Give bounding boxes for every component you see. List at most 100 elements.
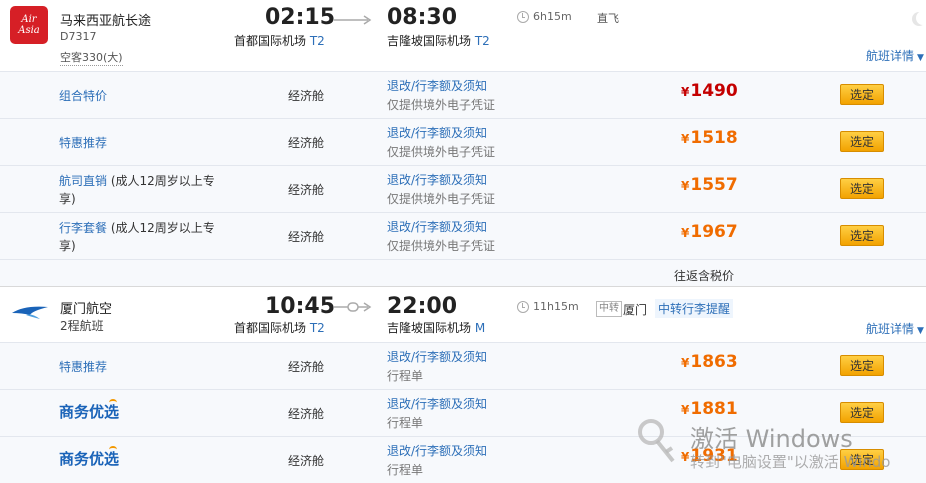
- price-value: 1518: [690, 128, 738, 148]
- moon-icon: [912, 11, 926, 26]
- clock-icon: [517, 11, 529, 23]
- arrival-airport: 吉隆坡国际机场 M: [387, 319, 485, 336]
- arrival-terminal: T2: [474, 34, 490, 48]
- select-button[interactable]: 选定: [840, 178, 884, 199]
- flight-details-label: 航班详情: [866, 49, 915, 63]
- itinerary-note: 行程单: [387, 416, 424, 430]
- rules-link[interactable]: 退改/行李额及须知: [387, 77, 487, 94]
- price-value: 1557: [690, 175, 738, 195]
- business-preferred-badge[interactable]: 商务优选: [59, 446, 119, 469]
- transfer-baggage-reminder[interactable]: 中转行李提醒: [655, 299, 734, 318]
- rules-link[interactable]: 退改/行李额及须知: [387, 442, 487, 459]
- fare-price: ¥1490: [681, 81, 738, 101]
- fare-price: ¥1863: [681, 352, 738, 372]
- flight-duration: 6h15m: [533, 10, 572, 23]
- arrival-airport-name: 吉隆坡国际机场: [387, 321, 472, 335]
- fare-name-link[interactable]: 特惠推荐: [59, 358, 107, 375]
- departure-airport-name: 首都国际机场: [234, 34, 307, 48]
- departure-terminal: T2: [309, 321, 325, 335]
- flight-details-link[interactable]: 航班详情 ▼: [866, 47, 924, 64]
- departure-airport: 首都国际机场 T2: [234, 32, 325, 49]
- fare-price: ¥1967: [681, 222, 738, 242]
- fare-name-text: 航司直销: [59, 174, 108, 188]
- fare-name-link[interactable]: 行李套餐 (成人12周岁以上专享): [59, 219, 229, 255]
- rules-link[interactable]: 退改/行李额及须知: [387, 395, 487, 412]
- flight-details-link[interactable]: 航班详情 ▼: [866, 320, 924, 337]
- invoice-note: 仅提供境外电子凭证: [387, 98, 496, 112]
- rules-link[interactable]: 退改/行李额及须知: [387, 171, 487, 188]
- departure-terminal: T2: [309, 34, 325, 48]
- chevron-down-icon: ▼: [917, 326, 924, 336]
- airasia-logo: Air Asia: [10, 6, 48, 44]
- departure-airport-name: 首都国际机场: [234, 321, 307, 335]
- select-button[interactable]: 选定: [840, 225, 884, 246]
- nonstop-label: 直飞: [597, 12, 619, 25]
- cabin-class: 经济舱: [288, 407, 325, 421]
- fare-price: ¥1518: [681, 128, 738, 148]
- cabin-class: 经济舱: [288, 136, 325, 150]
- currency-symbol: ¥: [681, 403, 690, 417]
- departure-time: 02:15: [265, 5, 336, 30]
- arrow-right-icon: [334, 15, 372, 25]
- currency-symbol: ¥: [681, 132, 690, 146]
- currency-symbol: ¥: [681, 356, 690, 370]
- cabin-class: 经济舱: [288, 360, 325, 374]
- xiamen-airlines-logo: [12, 306, 48, 319]
- departure-time: 10:45: [265, 294, 336, 319]
- rules-link[interactable]: 退改/行李额及须知: [387, 124, 487, 141]
- select-button[interactable]: 选定: [840, 131, 884, 152]
- airline-name: 厦门航空: [60, 302, 113, 317]
- departure-airport: 首都国际机场 T2: [234, 319, 325, 336]
- flight-header: 厦门航空 2程航班 10:45 22:00 首都国际机场 T2 吉隆坡国际机场 …: [0, 287, 926, 342]
- fare-row: 组合特价 经济舱 退改/行李额及须知 仅提供境外电子凭证 ¥1490 选定: [0, 71, 926, 118]
- arrival-airport: 吉隆坡国际机场 T2: [387, 32, 490, 49]
- arrival-time: 08:30: [387, 5, 458, 30]
- rules-link[interactable]: 退改/行李额及须知: [387, 348, 487, 365]
- invoice-note: 仅提供境外电子凭证: [387, 145, 496, 159]
- price-value: 1967: [690, 222, 738, 242]
- business-preferred-badge[interactable]: 商务优选: [59, 399, 119, 422]
- fare-row: 行李套餐 (成人12周岁以上专享) 经济舱 退改/行李额及须知 仅提供境外电子凭…: [0, 212, 926, 259]
- fare-name-text: 行李套餐: [59, 221, 108, 235]
- arrival-time: 22:00: [387, 294, 458, 319]
- cabin-class: 经济舱: [288, 89, 325, 103]
- itinerary-note: 行程单: [387, 369, 424, 383]
- flight-details-label: 航班详情: [866, 322, 915, 336]
- transfer-city: 厦门: [623, 303, 648, 317]
- fare-name-link[interactable]: 组合特价: [59, 87, 107, 104]
- price-value: 1863: [690, 352, 738, 372]
- invoice-note: 仅提供境外电子凭证: [387, 239, 496, 253]
- fare-row: 航司直销 (成人12周岁以上专享) 经济舱 退改/行李额及须知 仅提供境外电子凭…: [0, 165, 926, 212]
- fare-row: 特惠推荐 经济舱 退改/行李额及须知 仅提供境外电子凭证 ¥1518 选定: [0, 118, 926, 165]
- clock-icon: [517, 301, 529, 313]
- fare-price: ¥1881: [681, 399, 738, 419]
- select-button[interactable]: 选定: [840, 355, 884, 376]
- transfer-arrow-icon: [334, 302, 372, 312]
- fare-name-link[interactable]: 特惠推荐: [59, 134, 107, 151]
- transfer-tag: 中转: [596, 301, 622, 317]
- cabin-class: 经济舱: [288, 230, 325, 244]
- flight-duration: 11h15m: [533, 300, 579, 313]
- select-button[interactable]: 选定: [840, 84, 884, 105]
- cabin-class: 经济舱: [288, 454, 325, 468]
- logo-text: Air Asia: [18, 14, 40, 36]
- fare-price: ¥1557: [681, 175, 738, 195]
- activate-windows-title: 激活 Windows: [690, 425, 853, 453]
- price-value: 1490: [690, 81, 738, 101]
- fare-name-link[interactable]: 航司直销 (成人12周岁以上专享): [59, 172, 229, 208]
- rules-link[interactable]: 退改/行李额及须知: [387, 218, 487, 235]
- airline-name: 马来西亚航长途: [60, 14, 152, 29]
- activate-windows-subtitle: 转到"电脑设置"以激活 Windo: [690, 453, 891, 471]
- currency-symbol: ¥: [681, 226, 690, 240]
- aircraft-type[interactable]: 空客330(大): [60, 49, 123, 66]
- invoice-note: 仅提供境外电子凭证: [387, 192, 496, 206]
- arrival-airport-name: 吉隆坡国际机场: [387, 34, 472, 48]
- flight-card-1: Air Asia 马来西亚航长途 D7317 空客330(大) 02:15 08…: [0, 0, 926, 290]
- flight-number: D7317: [60, 30, 97, 43]
- roundtrip-price-link[interactable]: 往返含税价: [674, 267, 734, 284]
- currency-symbol: ¥: [681, 85, 690, 99]
- currency-symbol: ¥: [681, 179, 690, 193]
- chevron-down-icon: ▼: [917, 53, 924, 63]
- key-icon: [638, 419, 675, 463]
- arrival-terminal: M: [474, 321, 486, 335]
